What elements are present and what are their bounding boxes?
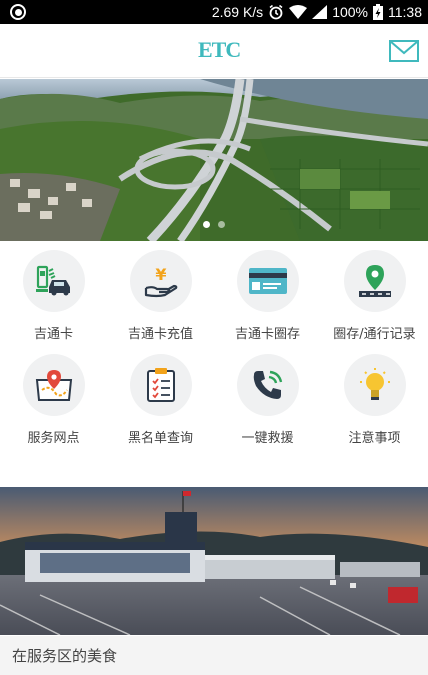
svg-text:¥: ¥ xyxy=(155,265,166,284)
network-speed: 2.69 K/s xyxy=(211,4,264,20)
icon-circle: ¥ xyxy=(129,250,192,312)
icon-circle xyxy=(236,250,299,312)
grid-item-etc-card[interactable]: 吉通卡 xyxy=(0,244,107,344)
etc-logo: ETC xyxy=(198,37,241,62)
grid-label: 注意事项 xyxy=(348,431,401,446)
grid-item-notes[interactable]: 注意事项 xyxy=(321,348,428,448)
grid-label: 服务网点 xyxy=(27,431,80,446)
icon-circle xyxy=(343,354,406,416)
battery-level: 100% xyxy=(332,4,368,20)
grid-item-service-points[interactable]: 服务网点 xyxy=(0,348,107,448)
wifi-icon xyxy=(289,5,308,19)
signal-icon xyxy=(312,5,328,19)
card-icon xyxy=(248,268,287,294)
service-area-photo xyxy=(0,487,428,635)
map-location-icon xyxy=(35,370,72,401)
status-right: 2.69 K/s 100% 11:38 xyxy=(212,0,422,24)
battery-charging-icon xyxy=(373,4,383,20)
lightbulb-icon xyxy=(359,368,390,400)
status-bar: 2.69 K/s 100% 11:38 xyxy=(0,0,428,24)
icon-circle xyxy=(22,250,85,312)
notification-icon xyxy=(10,4,26,20)
grid-label: 吉通卡 xyxy=(33,327,73,342)
grid-item-blacklist[interactable]: 黑名单查询 xyxy=(107,348,214,448)
mail-icon[interactable] xyxy=(389,40,419,62)
grid-label: 圈存/通行记录 xyxy=(333,327,416,342)
carousel-indicators xyxy=(0,221,428,228)
service-area-image[interactable] xyxy=(0,487,428,635)
icon-circle xyxy=(22,354,85,416)
section-title: 在服务区的美食 xyxy=(0,636,428,675)
phone-call-icon xyxy=(253,370,282,399)
clipboard-checklist-icon xyxy=(146,368,175,402)
highway-interchange-image xyxy=(0,79,428,241)
clock: 11:38 xyxy=(388,4,422,20)
map-pin-road-icon xyxy=(358,265,391,297)
carousel-dot[interactable] xyxy=(218,221,225,228)
grid-item-one-key-rescue[interactable]: 一键救援 xyxy=(214,348,321,448)
grid-item-pass-records[interactable]: 圈存/通行记录 xyxy=(321,244,428,344)
grid-label: 吉通卡充值 xyxy=(127,327,193,342)
app-header: ETC xyxy=(0,24,428,78)
icon-circle xyxy=(129,354,192,416)
yen-hand-icon: ¥ xyxy=(144,265,177,298)
banner-carousel[interactable] xyxy=(0,79,428,241)
grid-label: 吉通卡圈存 xyxy=(234,327,300,342)
carousel-dot[interactable] xyxy=(203,221,210,228)
etc-card-car-icon xyxy=(35,265,70,296)
grid-label: 一键救援 xyxy=(241,431,294,446)
grid-label: 黑名单查询 xyxy=(127,431,193,446)
grid-item-card-load[interactable]: 吉通卡圈存 xyxy=(214,244,321,344)
icon-circle xyxy=(236,354,299,416)
grid-item-card-recharge[interactable]: ¥ 吉通卡充值 xyxy=(107,244,214,344)
icon-circle xyxy=(343,250,406,312)
alarm-icon xyxy=(269,4,283,20)
